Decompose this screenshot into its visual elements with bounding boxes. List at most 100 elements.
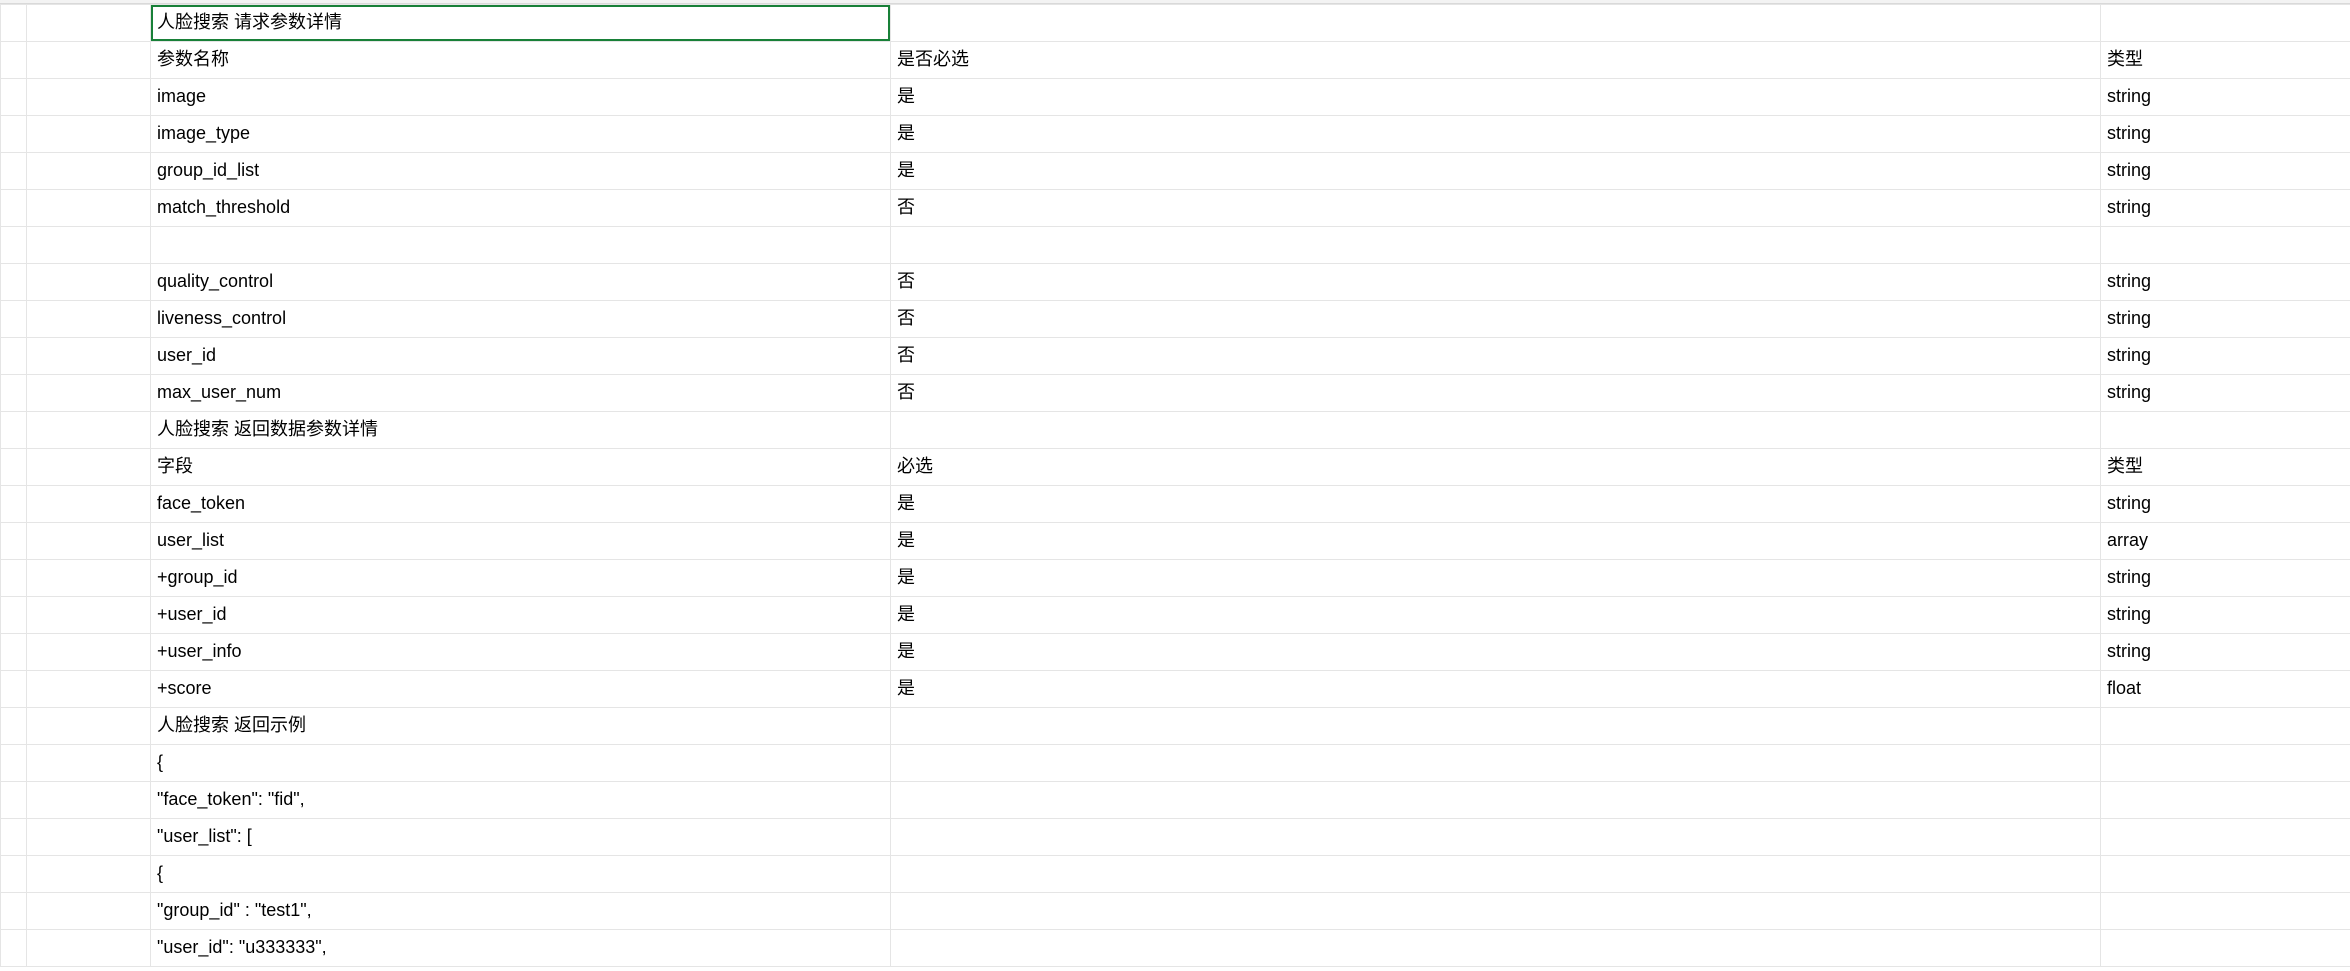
cell[interactable]: 否 [891, 301, 2101, 338]
cell[interactable] [2101, 745, 2350, 782]
row-gutter[interactable] [1, 708, 27, 745]
cell[interactable]: +group_id [151, 560, 891, 597]
cell[interactable] [27, 745, 151, 782]
cell[interactable]: 是 [891, 597, 2101, 634]
cell[interactable]: 类型 [2101, 42, 2350, 79]
cell[interactable]: image [151, 79, 891, 116]
cell[interactable] [27, 449, 151, 486]
cell[interactable] [2101, 782, 2350, 819]
cell[interactable]: "user_list": [ [151, 819, 891, 856]
cell[interactable] [891, 227, 2101, 264]
cell[interactable] [27, 338, 151, 375]
row-gutter[interactable] [1, 486, 27, 523]
cell[interactable]: string [2101, 560, 2350, 597]
cell[interactable]: +user_id [151, 597, 891, 634]
cell[interactable] [151, 227, 891, 264]
cell[interactable]: { [151, 745, 891, 782]
cell[interactable] [27, 375, 151, 412]
cell[interactable] [27, 634, 151, 671]
row-gutter[interactable] [1, 930, 27, 967]
cell[interactable]: 是 [891, 153, 2101, 190]
cell[interactable] [2101, 893, 2350, 930]
cell[interactable]: string [2101, 634, 2350, 671]
cell[interactable] [891, 819, 2101, 856]
cell[interactable] [27, 153, 151, 190]
cell[interactable]: match_threshold [151, 190, 891, 227]
cell[interactable]: 是 [891, 486, 2101, 523]
cell[interactable]: 是 [891, 634, 2101, 671]
cell[interactable]: string [2101, 153, 2350, 190]
cell[interactable] [27, 412, 151, 449]
cell[interactable]: string [2101, 79, 2350, 116]
cell[interactable]: liveness_control [151, 301, 891, 338]
cell[interactable] [2101, 227, 2350, 264]
cell[interactable] [27, 5, 151, 42]
cell[interactable]: string [2101, 190, 2350, 227]
cell[interactable]: string [2101, 301, 2350, 338]
cell[interactable]: string [2101, 486, 2350, 523]
row-gutter[interactable] [1, 375, 27, 412]
row-gutter[interactable] [1, 893, 27, 930]
cell[interactable] [27, 930, 151, 967]
cell[interactable] [2101, 412, 2350, 449]
cell[interactable] [27, 301, 151, 338]
cell[interactable]: array [2101, 523, 2350, 560]
cell[interactable]: 否 [891, 264, 2101, 301]
cell[interactable] [891, 745, 2101, 782]
row-gutter[interactable] [1, 597, 27, 634]
row-gutter[interactable] [1, 42, 27, 79]
cell[interactable]: 必选 [891, 449, 2101, 486]
cell[interactable]: string [2101, 597, 2350, 634]
cell[interactable]: 人脸搜索 返回示例 [151, 708, 891, 745]
cell[interactable] [27, 116, 151, 153]
row-gutter[interactable] [1, 264, 27, 301]
row-gutter[interactable] [1, 745, 27, 782]
cell[interactable] [2101, 5, 2350, 42]
cell[interactable]: 是 [891, 671, 2101, 708]
row-gutter[interactable] [1, 5, 27, 42]
cell[interactable] [27, 227, 151, 264]
grid-table[interactable]: 人脸搜索 请求参数详情参数名称是否必选类型image是stringimage_t… [0, 4, 2350, 967]
row-gutter[interactable] [1, 227, 27, 264]
cell[interactable] [27, 190, 151, 227]
cell[interactable] [2101, 930, 2350, 967]
cell[interactable] [891, 856, 2101, 893]
cell[interactable] [27, 42, 151, 79]
row-gutter[interactable] [1, 856, 27, 893]
cell[interactable]: +user_info [151, 634, 891, 671]
cell[interactable] [27, 486, 151, 523]
cell[interactable]: 是 [891, 523, 2101, 560]
cell[interactable] [27, 560, 151, 597]
cell[interactable] [891, 708, 2101, 745]
cell[interactable]: face_token [151, 486, 891, 523]
cell[interactable]: "user_id": "u333333", [151, 930, 891, 967]
cell[interactable]: 是 [891, 116, 2101, 153]
cell[interactable]: 否 [891, 375, 2101, 412]
row-gutter[interactable] [1, 412, 27, 449]
row-gutter[interactable] [1, 153, 27, 190]
cell[interactable]: 否 [891, 338, 2101, 375]
cell[interactable]: 字段 [151, 449, 891, 486]
cell[interactable] [27, 819, 151, 856]
cell[interactable] [27, 264, 151, 301]
cell[interactable]: user_list [151, 523, 891, 560]
row-gutter[interactable] [1, 671, 27, 708]
cell[interactable]: float [2101, 671, 2350, 708]
row-gutter[interactable] [1, 449, 27, 486]
cell[interactable] [27, 671, 151, 708]
cell[interactable] [27, 856, 151, 893]
cell[interactable] [27, 782, 151, 819]
row-gutter[interactable] [1, 560, 27, 597]
cell[interactable]: 是否必选 [891, 42, 2101, 79]
cell[interactable] [27, 79, 151, 116]
cell[interactable]: string [2101, 264, 2350, 301]
cell[interactable]: 是 [891, 560, 2101, 597]
active-cell[interactable]: 人脸搜索 请求参数详情 [151, 5, 891, 42]
cell[interactable]: string [2101, 116, 2350, 153]
cell[interactable] [2101, 819, 2350, 856]
cell[interactable] [27, 523, 151, 560]
cell[interactable] [891, 412, 2101, 449]
row-gutter[interactable] [1, 116, 27, 153]
cell[interactable]: 人脸搜索 返回数据参数详情 [151, 412, 891, 449]
cell[interactable]: image_type [151, 116, 891, 153]
